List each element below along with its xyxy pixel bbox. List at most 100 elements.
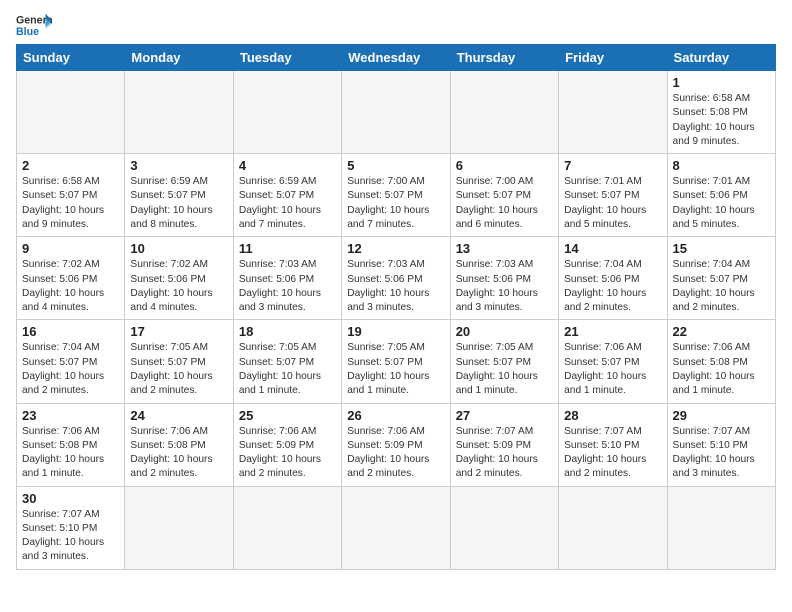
weekday-header-monday: Monday [125,45,233,71]
day-number: 8 [673,158,770,173]
weekday-header-row: SundayMondayTuesdayWednesdayThursdayFrid… [17,45,776,71]
day-info: Sunrise: 7:05 AM Sunset: 5:07 PM Dayligh… [456,341,553,398]
day-number: 4 [239,158,336,173]
calendar-cell [667,486,775,569]
calendar-cell [450,71,558,154]
calendar-cell: 8 Sunrise: 7:01 AM Sunset: 5:06 PM Daylig… [667,154,775,237]
week-row-6: 30Sunrise: 7:07 AM Sunset: 5:10 PM Dayli… [17,486,776,569]
day-number: 24 [130,408,227,423]
day-info: Sunrise: 7:02 AM Sunset: 5:06 PM Dayligh… [130,258,227,315]
day-info: Sunrise: 7:01 AM Sunset: 5:07 PM Dayligh… [564,175,661,232]
calendar-cell: 26Sunrise: 7:06 AM Sunset: 5:09 PM Dayli… [342,403,450,486]
day-number: 5 [347,158,444,173]
calendar-cell: 27Sunrise: 7:07 AM Sunset: 5:09 PM Dayli… [450,403,558,486]
calendar-cell: 24 Sunrise: 7:06 AM Sunset: 5:08 PM Dayli… [125,403,233,486]
calendar-cell: 19 Sunrise: 7:05 AM Sunset: 5:07 PM Dayli… [342,320,450,403]
svg-text:Blue: Blue [16,26,39,38]
day-number: 10 [130,241,227,256]
calendar-cell: 14 Sunrise: 7:04 AM Sunset: 5:06 PM Dayli… [559,237,667,320]
day-info: Sunrise: 7:07 AM Sunset: 5:09 PM Dayligh… [456,425,553,482]
day-info: Sunrise: 7:03 AM Sunset: 5:06 PM Dayligh… [347,258,444,315]
day-number: 14 [564,241,661,256]
calendar-cell: 23 Sunrise: 7:06 AM Sunset: 5:08 PM Dayli… [17,403,125,486]
day-number: 6 [456,158,553,173]
day-number: 23 [22,408,119,423]
day-number: 2 [22,158,119,173]
calendar-cell: 5Sunrise: 7:00 AM Sunset: 5:07 PM Daylig… [342,154,450,237]
day-number: 15 [673,241,770,256]
day-number: 22 [673,324,770,339]
calendar-cell: 20 Sunrise: 7:05 AM Sunset: 5:07 PM Dayli… [450,320,558,403]
weekday-header-thursday: Thursday [450,45,558,71]
calendar-cell: 7Sunrise: 7:01 AM Sunset: 5:07 PM Daylig… [559,154,667,237]
calendar-cell: 15 Sunrise: 7:04 AM Sunset: 5:07 PM Dayli… [667,237,775,320]
calendar-cell: 2 Sunrise: 6:58 AM Sunset: 5:07 PM Daylig… [17,154,125,237]
calendar-cell: 11Sunrise: 7:03 AM Sunset: 5:06 PM Dayli… [233,237,341,320]
day-info: Sunrise: 6:59 AM Sunset: 5:07 PM Dayligh… [239,175,336,232]
day-number: 19 [347,324,444,339]
day-info: Sunrise: 7:07 AM Sunset: 5:10 PM Dayligh… [673,425,770,482]
calendar-cell [125,71,233,154]
day-number: 25 [239,408,336,423]
calendar-table: SundayMondayTuesdayWednesdayThursdayFrid… [16,44,776,570]
week-row-2: 2 Sunrise: 6:58 AM Sunset: 5:07 PM Daylig… [17,154,776,237]
day-info: Sunrise: 7:00 AM Sunset: 5:07 PM Dayligh… [456,175,553,232]
calendar-cell [450,486,558,569]
calendar-cell: 6 Sunrise: 7:00 AM Sunset: 5:07 PM Daylig… [450,154,558,237]
calendar-cell: 25 Sunrise: 7:06 AM Sunset: 5:09 PM Dayli… [233,403,341,486]
calendar-cell [559,71,667,154]
day-number: 26 [347,408,444,423]
logo: General Blue [16,12,52,40]
day-info: Sunrise: 7:01 AM Sunset: 5:06 PM Dayligh… [673,175,770,232]
week-row-4: 16Sunrise: 7:04 AM Sunset: 5:07 PM Dayli… [17,320,776,403]
day-info: Sunrise: 7:06 AM Sunset: 5:08 PM Dayligh… [22,425,119,482]
calendar-cell: 3Sunrise: 6:59 AM Sunset: 5:07 PM Daylig… [125,154,233,237]
calendar-cell [233,486,341,569]
calendar-cell: 13 Sunrise: 7:03 AM Sunset: 5:06 PM Dayli… [450,237,558,320]
calendar-cell: 21 Sunrise: 7:06 AM Sunset: 5:07 PM Dayli… [559,320,667,403]
calendar-cell: 12Sunrise: 7:03 AM Sunset: 5:06 PM Dayli… [342,237,450,320]
day-info: Sunrise: 7:06 AM Sunset: 5:09 PM Dayligh… [239,425,336,482]
generalblue-logo-icon: General Blue [16,12,52,40]
calendar-cell: 9Sunrise: 7:02 AM Sunset: 5:06 PM Daylig… [17,237,125,320]
day-info: Sunrise: 7:06 AM Sunset: 5:07 PM Dayligh… [564,341,661,398]
day-info: Sunrise: 7:07 AM Sunset: 5:10 PM Dayligh… [22,508,119,565]
day-number: 29 [673,408,770,423]
day-info: Sunrise: 7:02 AM Sunset: 5:06 PM Dayligh… [22,258,119,315]
day-info: Sunrise: 7:06 AM Sunset: 5:08 PM Dayligh… [673,341,770,398]
day-number: 18 [239,324,336,339]
week-row-5: 23 Sunrise: 7:06 AM Sunset: 5:08 PM Dayli… [17,403,776,486]
weekday-header-wednesday: Wednesday [342,45,450,71]
day-info: Sunrise: 7:04 AM Sunset: 5:06 PM Dayligh… [564,258,661,315]
day-number: 13 [456,241,553,256]
calendar-cell [559,486,667,569]
day-info: Sunrise: 7:06 AM Sunset: 5:08 PM Dayligh… [130,425,227,482]
calendar-cell [233,71,341,154]
calendar-cell: 30Sunrise: 7:07 AM Sunset: 5:10 PM Dayli… [17,486,125,569]
calendar-cell: 28Sunrise: 7:07 AM Sunset: 5:10 PM Dayli… [559,403,667,486]
header: General Blue [16,12,776,40]
day-info: Sunrise: 7:03 AM Sunset: 5:06 PM Dayligh… [456,258,553,315]
day-info: Sunrise: 7:05 AM Sunset: 5:07 PM Dayligh… [347,341,444,398]
day-info: Sunrise: 7:04 AM Sunset: 5:07 PM Dayligh… [673,258,770,315]
day-info: Sunrise: 7:05 AM Sunset: 5:07 PM Dayligh… [130,341,227,398]
day-number: 17 [130,324,227,339]
day-info: Sunrise: 6:58 AM Sunset: 5:08 PM Dayligh… [673,92,770,149]
day-info: Sunrise: 6:59 AM Sunset: 5:07 PM Dayligh… [130,175,227,232]
weekday-header-friday: Friday [559,45,667,71]
calendar-cell [17,71,125,154]
day-info: Sunrise: 6:58 AM Sunset: 5:07 PM Dayligh… [22,175,119,232]
calendar-cell: 4 Sunrise: 6:59 AM Sunset: 5:07 PM Daylig… [233,154,341,237]
day-number: 21 [564,324,661,339]
calendar-cell [125,486,233,569]
calendar-cell: 16Sunrise: 7:04 AM Sunset: 5:07 PM Dayli… [17,320,125,403]
day-number: 20 [456,324,553,339]
calendar-cell: 29 Sunrise: 7:07 AM Sunset: 5:10 PM Dayli… [667,403,775,486]
calendar-cell [342,486,450,569]
week-row-1: 1Sunrise: 6:58 AM Sunset: 5:08 PM Daylig… [17,71,776,154]
calendar-cell: 10 Sunrise: 7:02 AM Sunset: 5:06 PM Dayli… [125,237,233,320]
weekday-header-sunday: Sunday [17,45,125,71]
weekday-header-tuesday: Tuesday [233,45,341,71]
day-info: Sunrise: 7:07 AM Sunset: 5:10 PM Dayligh… [564,425,661,482]
calendar-cell: 17 Sunrise: 7:05 AM Sunset: 5:07 PM Dayli… [125,320,233,403]
